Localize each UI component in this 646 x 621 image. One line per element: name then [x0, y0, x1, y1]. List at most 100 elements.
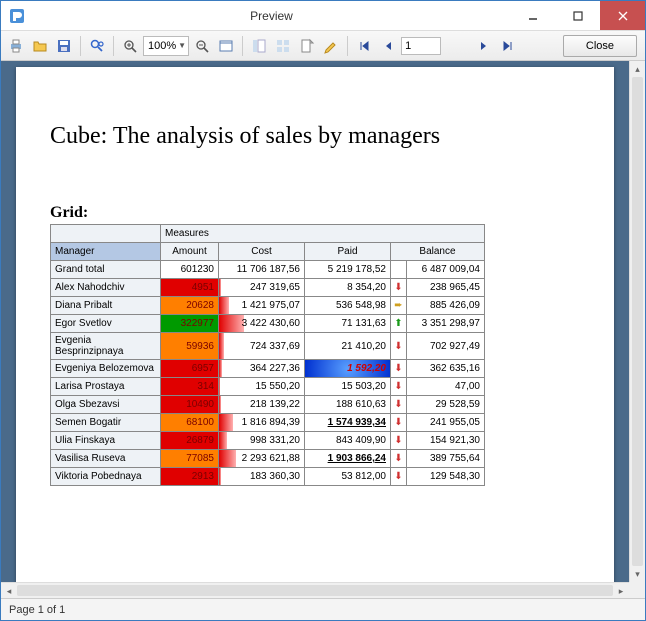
- close-button[interactable]: [600, 1, 645, 30]
- paid-cell: 188 610,63: [305, 396, 391, 414]
- paid-cell: 21 410,20: [305, 333, 391, 360]
- amount-cell: 314: [161, 378, 219, 396]
- trend-arrow-icon: ⬇: [391, 279, 407, 297]
- cost-cell: 1 816 894,39: [219, 414, 305, 432]
- horizontal-scrollbar[interactable]: ◂ ▸: [1, 582, 629, 598]
- balance-cell: 29 528,59: [407, 396, 485, 414]
- print-button[interactable]: [5, 35, 27, 57]
- row-label: Evgenia Besprinzipnaya: [51, 333, 161, 360]
- vertical-scrollbar[interactable]: ▴ ▾: [629, 61, 645, 582]
- row-label: Olga Sbezavsi: [51, 396, 161, 414]
- row-label: Semen Bogatir: [51, 414, 161, 432]
- balance-cell: 362 635,16: [407, 360, 485, 378]
- trend-arrow-icon: ⬇: [391, 396, 407, 414]
- window-controls: [510, 1, 645, 30]
- fullscreen-button[interactable]: [215, 35, 237, 57]
- paid-cell: 843 409,90: [305, 432, 391, 450]
- trend-arrow-icon: ⬇: [391, 450, 407, 468]
- toolbar: 100%▼ Close: [1, 31, 645, 61]
- zoom-in-button[interactable]: [119, 35, 141, 57]
- cost-cell: 3 422 430,60: [219, 315, 305, 333]
- open-button[interactable]: [29, 35, 51, 57]
- table-row: Larisa Prostaya31415 550,2015 503,20⬇47,…: [51, 378, 485, 396]
- grand-total-label: Grand total: [51, 261, 161, 279]
- amount-cell: 2913: [161, 468, 219, 486]
- balance-cell: 3 351 298,97: [407, 315, 485, 333]
- cost-cell: 247 319,65: [219, 279, 305, 297]
- measures-header: Measures: [161, 225, 485, 243]
- maximize-button[interactable]: [555, 1, 600, 30]
- trend-arrow-icon: ⬇: [391, 432, 407, 450]
- trend-arrow-icon: ⬆: [391, 315, 407, 333]
- col-header-paid: Paid: [305, 243, 391, 261]
- row-label: Ulia Finskaya: [51, 432, 161, 450]
- scroll-left-arrow[interactable]: ◂: [1, 583, 17, 598]
- page-number-input[interactable]: [401, 37, 441, 55]
- paid-cell: 1 574 939,34: [305, 414, 391, 432]
- paid-cell: 71 131,63: [305, 315, 391, 333]
- report-page: Cube: The analysis of sales by managers …: [16, 67, 614, 582]
- app-icon: [7, 6, 27, 26]
- amount-cell: 6957: [161, 360, 219, 378]
- table-row: Alex Nahodchiv4951247 319,658 354,20⬇238…: [51, 279, 485, 297]
- trend-arrow-icon: ⬇: [391, 414, 407, 432]
- row-label: Diana Pribalt: [51, 297, 161, 315]
- trend-arrow-icon: ⬇: [391, 333, 407, 360]
- page-setup-button[interactable]: [296, 35, 318, 57]
- document-title: Cube: The analysis of sales by managers: [50, 123, 580, 150]
- amount-cell: 4951: [161, 279, 219, 297]
- table-row: Vasilisa Ruseva770852 293 621,881 903 86…: [51, 450, 485, 468]
- balance-cell: 702 927,49: [407, 333, 485, 360]
- table-row: Ulia Finskaya26879998 331,20843 409,90⬇1…: [51, 432, 485, 450]
- col-header-amount: Amount: [161, 243, 219, 261]
- paid-cell: 53 812,00: [305, 468, 391, 486]
- prev-page-button[interactable]: [377, 35, 399, 57]
- thumbnails-button[interactable]: [272, 35, 294, 57]
- hscroll-thumb[interactable]: [17, 585, 613, 596]
- balance-cell: 129 548,30: [407, 468, 485, 486]
- cost-cell: 218 139,22: [219, 396, 305, 414]
- next-page-button[interactable]: [473, 35, 495, 57]
- cost-cell: 1 421 975,07: [219, 297, 305, 315]
- balance-cell: 47,00: [407, 378, 485, 396]
- toolbar-close-button[interactable]: Close: [563, 35, 637, 57]
- col-header-cost: Cost: [219, 243, 305, 261]
- scroll-down-arrow[interactable]: ▾: [630, 566, 645, 582]
- balance-cell: 885 426,09: [407, 297, 485, 315]
- table-row: Semen Bogatir681001 816 894,391 574 939,…: [51, 414, 485, 432]
- row-label: Vasilisa Ruseva: [51, 450, 161, 468]
- cost-cell: 364 227,36: [219, 360, 305, 378]
- paid-cell: 8 354,20: [305, 279, 391, 297]
- scroll-up-arrow[interactable]: ▴: [630, 61, 645, 77]
- first-page-button[interactable]: [353, 35, 375, 57]
- amount-cell: 20628: [161, 297, 219, 315]
- edit-button[interactable]: [320, 35, 342, 57]
- zoom-combo[interactable]: 100%▼: [143, 36, 189, 56]
- amount-cell: 10490: [161, 396, 219, 414]
- statusbar: Page 1 of 1: [1, 598, 645, 620]
- scroll-right-arrow[interactable]: ▸: [613, 583, 629, 598]
- table-row: Egor Svetlov3229773 422 430,6071 131,63⬆…: [51, 315, 485, 333]
- balance-cell: 389 755,64: [407, 450, 485, 468]
- corner-cell: [51, 225, 161, 243]
- table-row: Olga Sbezavsi10490218 139,22188 610,63⬇2…: [51, 396, 485, 414]
- vscroll-thumb[interactable]: [632, 77, 643, 566]
- page-status: Page 1 of 1: [9, 604, 65, 616]
- table-row: Viktoria Pobednaya2913183 360,3053 812,0…: [51, 468, 485, 486]
- paid-cell: 1 903 866,24: [305, 450, 391, 468]
- amount-cell: 26879: [161, 432, 219, 450]
- last-page-button[interactable]: [497, 35, 519, 57]
- trend-arrow-icon: ➨: [391, 297, 407, 315]
- find-button[interactable]: [86, 35, 108, 57]
- amount-cell: 59936: [161, 333, 219, 360]
- save-button[interactable]: [53, 35, 75, 57]
- outline-button[interactable]: [248, 35, 270, 57]
- trend-arrow-icon: ⬇: [391, 360, 407, 378]
- cost-cell: 998 331,20: [219, 432, 305, 450]
- trend-arrow-icon: ⬇: [391, 468, 407, 486]
- zoom-out-button[interactable]: [191, 35, 213, 57]
- paid-cell: 536 548,98: [305, 297, 391, 315]
- preview-window: Preview 100%▼ Close: [0, 0, 646, 621]
- minimize-button[interactable]: [510, 1, 555, 30]
- viewport[interactable]: Cube: The analysis of sales by managers …: [1, 61, 629, 582]
